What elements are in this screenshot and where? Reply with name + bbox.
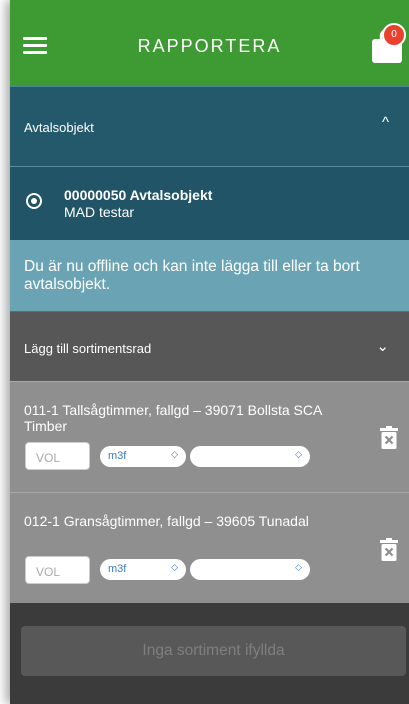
trash-icon[interactable] (380, 538, 398, 562)
volume-input[interactable]: VOL (25, 442, 90, 470)
offline-notice: Du är nu offline och kan inte lägga till… (10, 240, 409, 311)
avtalsobjekt-section-header[interactable]: Avtalsobjekt ^ (10, 86, 409, 166)
avtalsobjekt-title: 00000050 Avtalsobjekt (64, 187, 213, 203)
avtalsobjekt-subtitle: MAD testar (64, 204, 135, 220)
unit-value: m3f (108, 450, 127, 462)
page-title: RAPPORTERA (137, 36, 282, 56)
destination-select[interactable]: ◇ (190, 446, 310, 467)
unit-select[interactable]: m3f ◇ (100, 559, 186, 580)
unit-select[interactable]: m3f ◇ (100, 446, 186, 467)
chevron-down-icon: ⌄ (376, 338, 389, 355)
sortiment-section-header[interactable]: Lägg till sortimentsrad ⌄ (10, 311, 409, 381)
volume-input[interactable]: VOL (25, 556, 90, 584)
trash-icon[interactable] (380, 426, 398, 450)
select-arrows-icon: ◇ (295, 562, 302, 572)
sortiment-name: 011-1 Tallsågtimmer, fallgd – 39071 Boll… (24, 402, 322, 434)
select-arrows-icon: ◇ (171, 449, 178, 459)
section-label: Avtalsobjekt (24, 120, 94, 135)
section-label: Lägg till sortimentsrad (24, 341, 152, 356)
footer: Inga sortiment ifyllda (10, 603, 409, 704)
top-bar: RAPPORTERA 0 (10, 0, 409, 86)
select-arrows-icon: ◇ (171, 562, 178, 572)
avtalsobjekt-item[interactable]: 00000050 Avtalsobjekt MAD testar (10, 166, 409, 240)
sortiment-row: 012-1 Gransågtimmer, fallgd – 39605 Tuna… (10, 492, 409, 603)
select-arrows-icon: ◇ (295, 449, 302, 459)
unit-value: m3f (108, 563, 127, 575)
sortiment-name: 012-1 Gransågtimmer, fallgd – 39605 Tuna… (24, 513, 309, 529)
radio-selected-icon[interactable] (26, 193, 42, 209)
cart-count-badge: 0 (382, 23, 406, 47)
destination-select[interactable]: ◇ (190, 559, 310, 580)
app-screen: RAPPORTERA 0 Avtalsobjekt ^ 00000050 Avt… (10, 0, 409, 704)
submit-button[interactable]: Inga sortiment ifyllda (21, 626, 406, 676)
chevron-up-icon: ^ (381, 114, 389, 131)
sortiment-row: 011-1 Tallsågtimmer, fallgd – 39071 Boll… (10, 381, 409, 492)
